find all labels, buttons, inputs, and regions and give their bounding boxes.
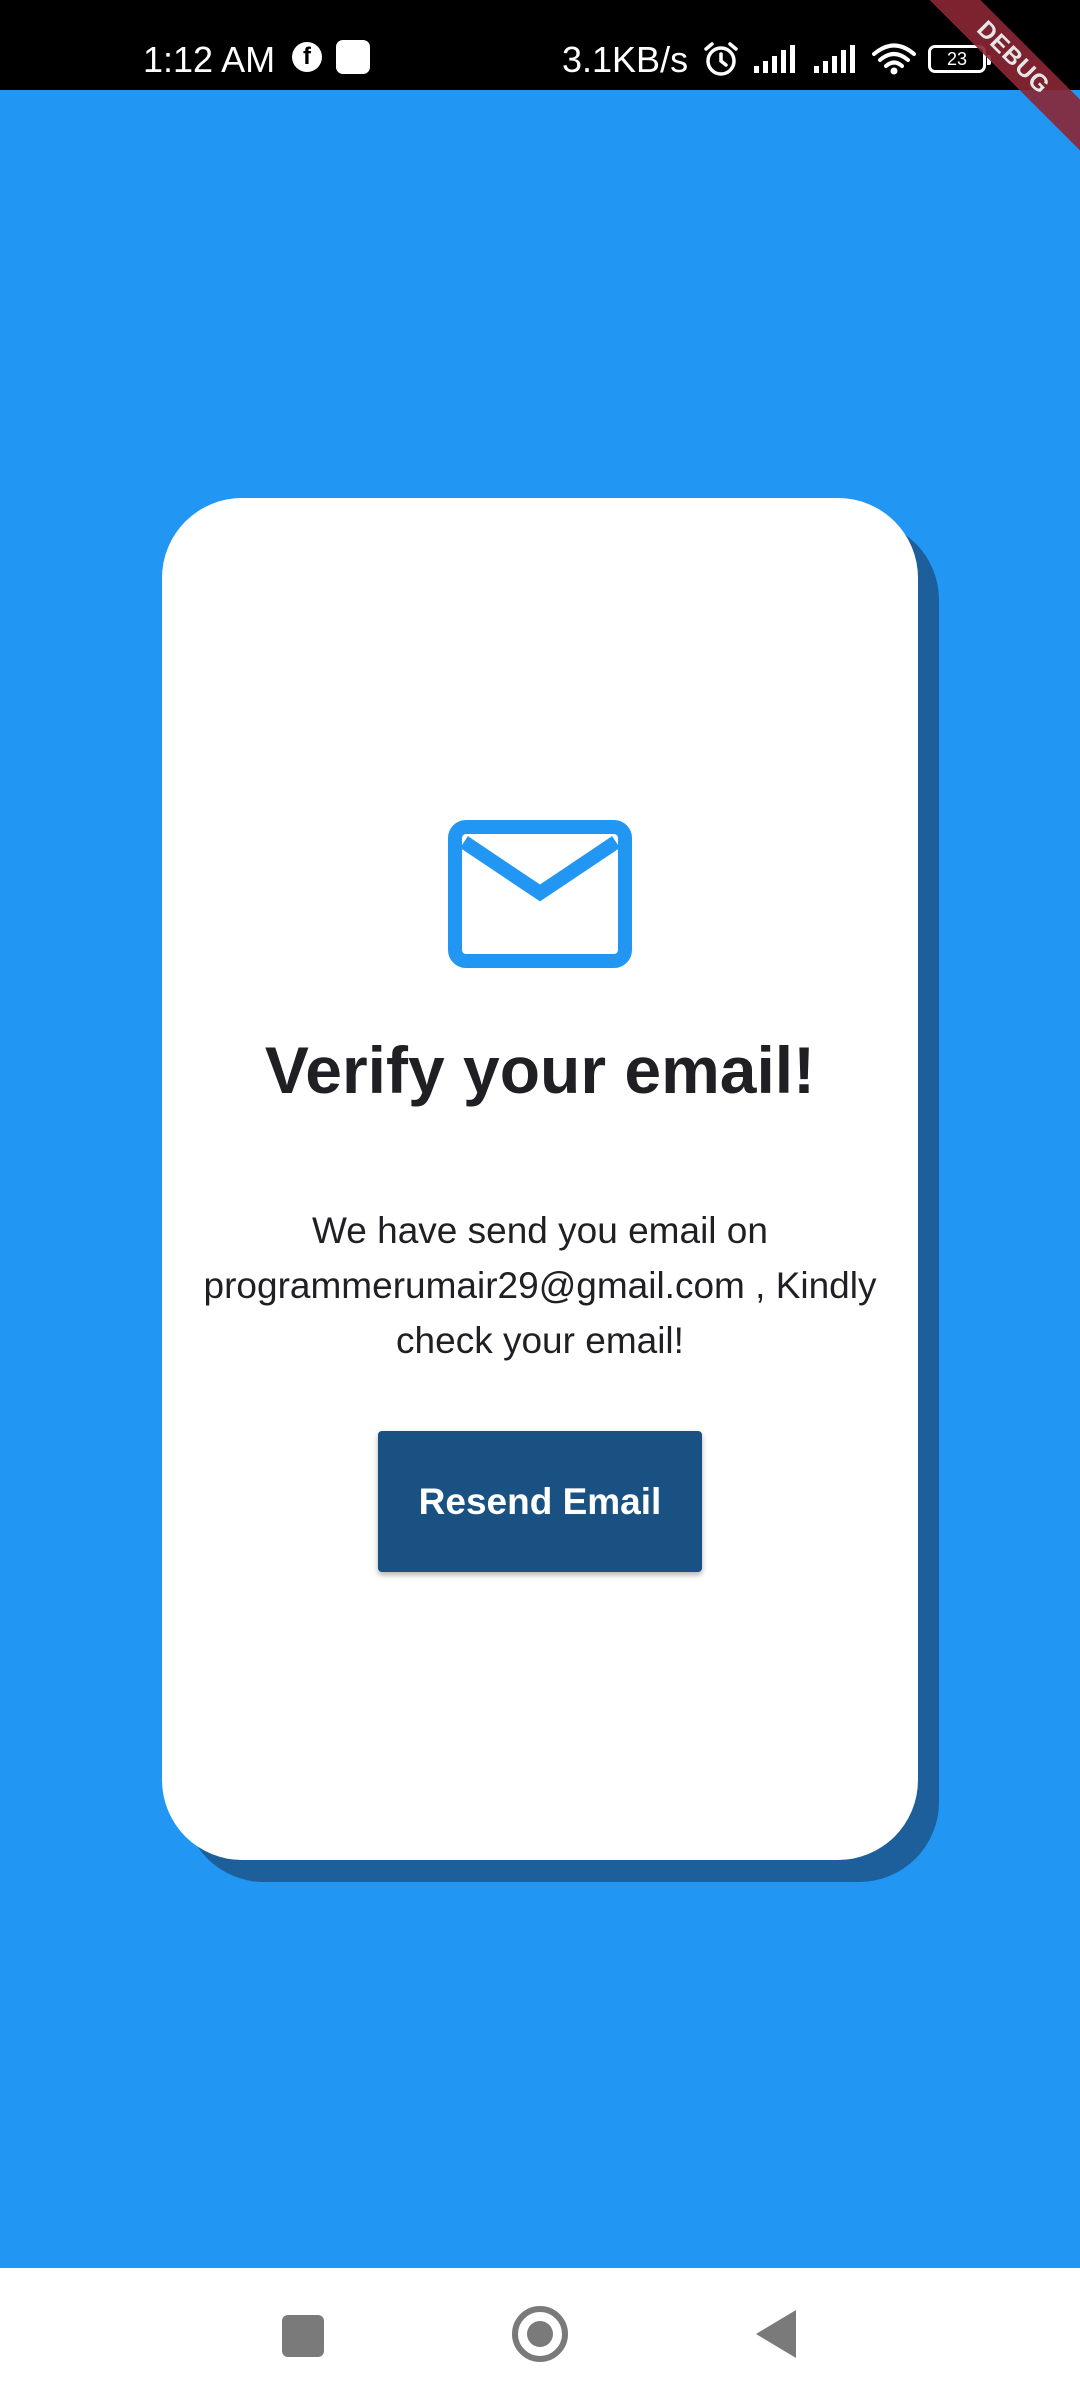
wifi-icon <box>872 43 916 75</box>
alarm-icon <box>704 42 738 76</box>
verify-email-card <box>162 498 918 1860</box>
status-notification-icons: f <box>292 40 370 74</box>
verification-message: We have send you email on programmerumai… <box>203 1210 877 1361</box>
back-icon[interactable] <box>756 2310 796 2358</box>
recent-apps-icon[interactable] <box>282 2315 324 2357</box>
signal-icon <box>754 45 795 73</box>
page-title: Verify your email! <box>264 1033 816 1107</box>
facebook-icon: f <box>292 42 322 72</box>
signal-icon <box>814 45 855 73</box>
status-system-icons: 23 <box>702 40 991 78</box>
home-icon[interactable] <box>512 2306 568 2362</box>
battery-icon: 23 <box>928 45 991 73</box>
resend-email-button[interactable]: Resend Email <box>378 1431 702 1572</box>
status-bar: 1:12 AM f 3.1KB/s 23 <box>0 0 1080 90</box>
network-speed: 3.1KB/s <box>562 39 689 80</box>
app-notification-icon <box>336 40 370 74</box>
status-time: 1:12 AM <box>143 39 276 80</box>
mail-icon <box>448 820 632 968</box>
